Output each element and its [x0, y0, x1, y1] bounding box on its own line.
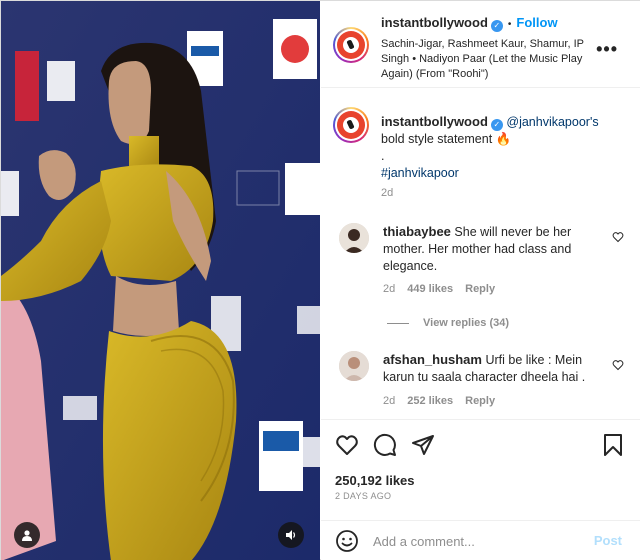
comment-1-meta: 2d 449 likes Reply: [383, 283, 507, 295]
caption-avatar[interactable]: [333, 107, 369, 143]
actions-divider: [321, 419, 640, 420]
share-icon[interactable]: [411, 433, 435, 457]
caption-text: bold style statement 🔥: [381, 132, 512, 146]
comment-like-heart-icon[interactable]: [612, 231, 624, 243]
verified-icon: ✓: [490, 119, 503, 131]
comment-time[interactable]: 2d: [383, 395, 395, 407]
likes-count[interactable]: 250,192 likes: [335, 473, 415, 488]
post-caption: instantbollywood ✓ @janhvikapoor's bold s…: [381, 113, 613, 182]
user-tag-icon: [22, 530, 32, 541]
comment-time[interactable]: 2d: [383, 283, 395, 295]
comment-like-heart-icon[interactable]: [612, 359, 624, 371]
view-replies-button[interactable]: View replies (34): [387, 317, 509, 329]
action-bar: [321, 425, 640, 465]
video-frame: [1, 1, 320, 560]
smile-icon[interactable]: [335, 529, 359, 553]
caption-hashtag[interactable]: #janhvikapoor: [381, 166, 459, 180]
comment-username[interactable]: thiabaybee: [383, 224, 451, 239]
post-side-panel: instantbollywood ✓ • Follow Sachin-Jigar, R…: [321, 1, 640, 560]
bookmark-icon[interactable]: [602, 433, 624, 457]
post-video[interactable]: [1, 1, 320, 560]
caption-time[interactable]: 2d: [381, 187, 393, 199]
reply-button[interactable]: Reply: [465, 283, 495, 295]
sound-icon: [286, 530, 296, 540]
comment-2-meta: 2d 252 likes Reply: [383, 395, 507, 407]
author-username[interactable]: instantbollywood: [381, 15, 488, 30]
comment-icon[interactable]: [373, 433, 397, 457]
comment-1: thiabaybee She will never be her mother.…: [383, 223, 607, 275]
caption-username[interactable]: instantbollywood: [381, 114, 488, 129]
sound-button[interactable]: [278, 522, 304, 548]
post-header: instantbollywood ✓ • Follow: [381, 15, 558, 32]
post-age[interactable]: 2 DAYS AGO: [335, 491, 391, 501]
heart-icon[interactable]: [335, 433, 359, 457]
author-avatar[interactable]: [333, 27, 369, 63]
caption-dot: .: [381, 149, 385, 163]
replies-line: [387, 322, 409, 324]
user-tag-button[interactable]: [14, 522, 40, 548]
post-window: instantbollywood ✓ • Follow Sachin-Jigar, R…: [0, 0, 640, 560]
comment-input[interactable]: [373, 529, 583, 553]
view-replies-label: View replies (34): [423, 317, 510, 329]
comment-likes[interactable]: 449 likes: [407, 283, 453, 295]
post-comment-button[interactable]: Post: [594, 533, 622, 548]
caption-mention[interactable]: @janhvikapoor's: [506, 115, 598, 129]
reply-button[interactable]: Reply: [465, 395, 495, 407]
comment-likes[interactable]: 252 likes: [407, 395, 453, 407]
verified-icon: ✓: [490, 20, 503, 32]
comment-2: afshan_husham Urfi be like : Mein karun …: [383, 351, 607, 386]
commenter-avatar[interactable]: [339, 351, 369, 381]
header-divider: [321, 87, 640, 88]
comment-username[interactable]: afshan_husham: [383, 352, 482, 367]
follow-button[interactable]: Follow: [516, 15, 557, 30]
add-comment-bar: Post: [321, 520, 640, 560]
audio-track-link[interactable]: Sachin-Jigar, Rashmeet Kaur, Shamur, IP …: [381, 37, 601, 82]
commenter-avatar[interactable]: [339, 223, 369, 253]
header-separator: •: [507, 19, 512, 30]
more-options-icon[interactable]: •••: [596, 39, 618, 60]
